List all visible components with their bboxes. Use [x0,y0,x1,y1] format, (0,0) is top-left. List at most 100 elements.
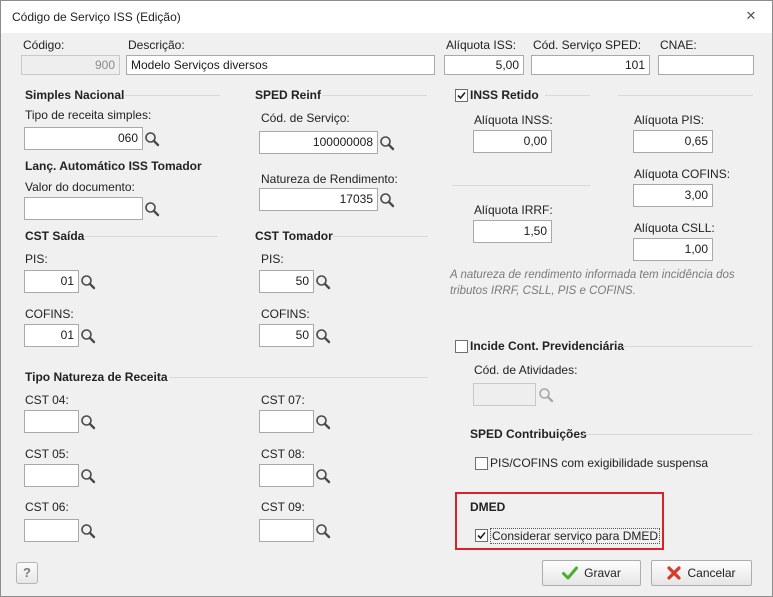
cnae-field[interactable] [658,55,754,75]
search-icon[interactable] [313,521,333,541]
cst04-field[interactable] [24,410,79,433]
cst06-field[interactable] [24,519,79,542]
aliquota-iss-label: Alíquota ISS: [446,38,517,52]
valor-documento-field[interactable] [24,197,143,220]
cod-sped-field[interactable]: 101 [531,55,650,75]
cst-saida-cofins-field[interactable]: 01 [24,324,79,347]
search-icon[interactable] [313,326,333,346]
aliq-pis-label: Alíquota PIS: [634,113,705,127]
dmed-checkbox[interactable] [475,529,488,542]
descricao-label: Descrição: [128,38,185,52]
cst-saida-title: CST Saída [25,229,85,243]
close-icon[interactable]: ✕ [743,8,759,24]
cst08-field[interactable] [259,464,314,487]
aliq-irrf-label: Alíquota IRRF: [474,203,553,217]
cancelar-label: Cancelar [687,566,736,580]
search-icon[interactable] [313,272,333,292]
inss-retido-title: INSS Retido [470,88,539,102]
aliq-pis-field[interactable]: 0,65 [633,130,713,153]
cst-saida-pis-label: PIS: [25,252,48,266]
aliq-irrf-field[interactable]: 1,50 [473,220,552,243]
aliq-cofins-field[interactable]: 3,00 [633,184,713,207]
search-icon[interactable] [78,412,98,432]
sped-reinf-title: SPED Reinf [255,88,322,102]
cod-servico-field[interactable]: 100000008 [259,131,378,154]
dmed-considerar-label[interactable]: Considerar serviço para DMED [490,528,661,544]
divider [583,434,753,435]
cst09-field[interactable] [259,519,314,542]
cst-saida-pis-field[interactable]: 01 [24,270,79,293]
exigibilidade-label[interactable]: PIS/COFINS com exigibilidade suspensa [490,456,708,470]
valor-documento-label: Valor do documento: [25,180,135,194]
exigibilidade-checkbox[interactable] [475,457,488,470]
cst05-label: CST 05: [25,447,69,461]
search-icon[interactable] [78,272,98,292]
divider [333,236,428,237]
codigo-label: Código: [23,38,65,52]
natureza-note-line2: tributos IRRF, CSLL, PIS e COFINS. [450,285,636,297]
cst-tomador-cofins-label: COFINS: [261,307,310,321]
search-icon[interactable] [78,326,98,346]
cod-sped-label: Cód. Serviço SPED: [533,38,642,52]
aliq-csll-label: Alíquota CSLL: [634,221,715,235]
incide-previdenciaria-checkbox[interactable] [455,340,468,353]
cst-tomador-pis-field[interactable]: 50 [259,270,314,293]
gravar-label: Gravar [584,566,621,580]
help-icon[interactable]: ? [16,562,38,584]
cst-saida-cofins-label: COFINS: [25,307,74,321]
divider [618,95,753,96]
check-icon [562,566,579,580]
tipo-receita-label: Tipo de receita simples: [25,108,152,122]
search-icon [536,385,556,405]
codigo-field: 900 [21,55,120,75]
inss-retido-checkbox[interactable] [455,89,468,102]
divider [85,236,218,237]
search-icon[interactable] [313,466,333,486]
natureza-field[interactable]: 17035 [259,188,378,211]
descricao-field[interactable]: Modelo Serviços diversos [126,55,435,75]
cst-tomador-pis-label: PIS: [261,252,284,266]
cst-tomador-title: CST Tomador [255,229,333,243]
cst08-label: CST 08: [261,447,305,461]
search-icon[interactable] [78,466,98,486]
divider [125,95,220,96]
gravar-button[interactable]: Gravar [542,560,641,586]
aliquota-iss-field[interactable]: 5,00 [444,55,524,75]
window-title: Código de Serviço ISS (Edição) [12,10,181,24]
sped-contrib-title: SPED Contribuições [470,427,587,441]
cod-atividades-label: Cód. de Atividades: [474,363,578,377]
search-icon[interactable] [78,521,98,541]
cod-servico-label: Cód. de Serviço: [261,111,350,125]
aliq-csll-field[interactable]: 1,00 [633,238,713,261]
natureza-label: Natureza de Rendimento: [261,172,398,186]
cod-atividades-field [473,383,536,406]
divider [545,95,590,96]
cst05-field[interactable] [24,464,79,487]
search-icon[interactable] [142,199,162,219]
search-icon[interactable] [313,412,333,432]
tipo-receita-field[interactable]: 060 [24,127,143,150]
tipo-natureza-title: Tipo Natureza de Receita [25,370,168,384]
cancel-x-icon [667,566,682,580]
search-icon[interactable] [377,190,397,210]
lanc-title: Lanç. Automático ISS Tomador [25,159,202,173]
cst09-label: CST 09: [261,500,305,514]
aliq-inss-label: Alíquota INSS: [474,113,553,127]
cnae-label: CNAE: [660,38,697,52]
cst-tomador-cofins-field[interactable]: 50 [259,324,314,347]
search-icon[interactable] [142,129,162,149]
cancelar-button[interactable]: Cancelar [651,560,752,586]
divider [322,95,427,96]
cst04-label: CST 04: [25,393,69,407]
search-icon[interactable] [377,133,397,153]
incide-previdenciaria-title: Incide Cont. Previdenciária [470,339,625,353]
cst06-label: CST 06: [25,500,69,514]
divider [622,346,753,347]
cst07-label: CST 07: [261,393,305,407]
title-bar: Código de Serviço ISS (Edição) ✕ [1,1,772,33]
aliq-cofins-label: Alíquota COFINS: [634,167,731,181]
aliq-inss-field[interactable]: 0,00 [473,130,552,153]
cst07-field[interactable] [259,410,314,433]
simples-title: Simples Nacional [25,88,125,102]
dmed-title: DMED [470,500,506,514]
